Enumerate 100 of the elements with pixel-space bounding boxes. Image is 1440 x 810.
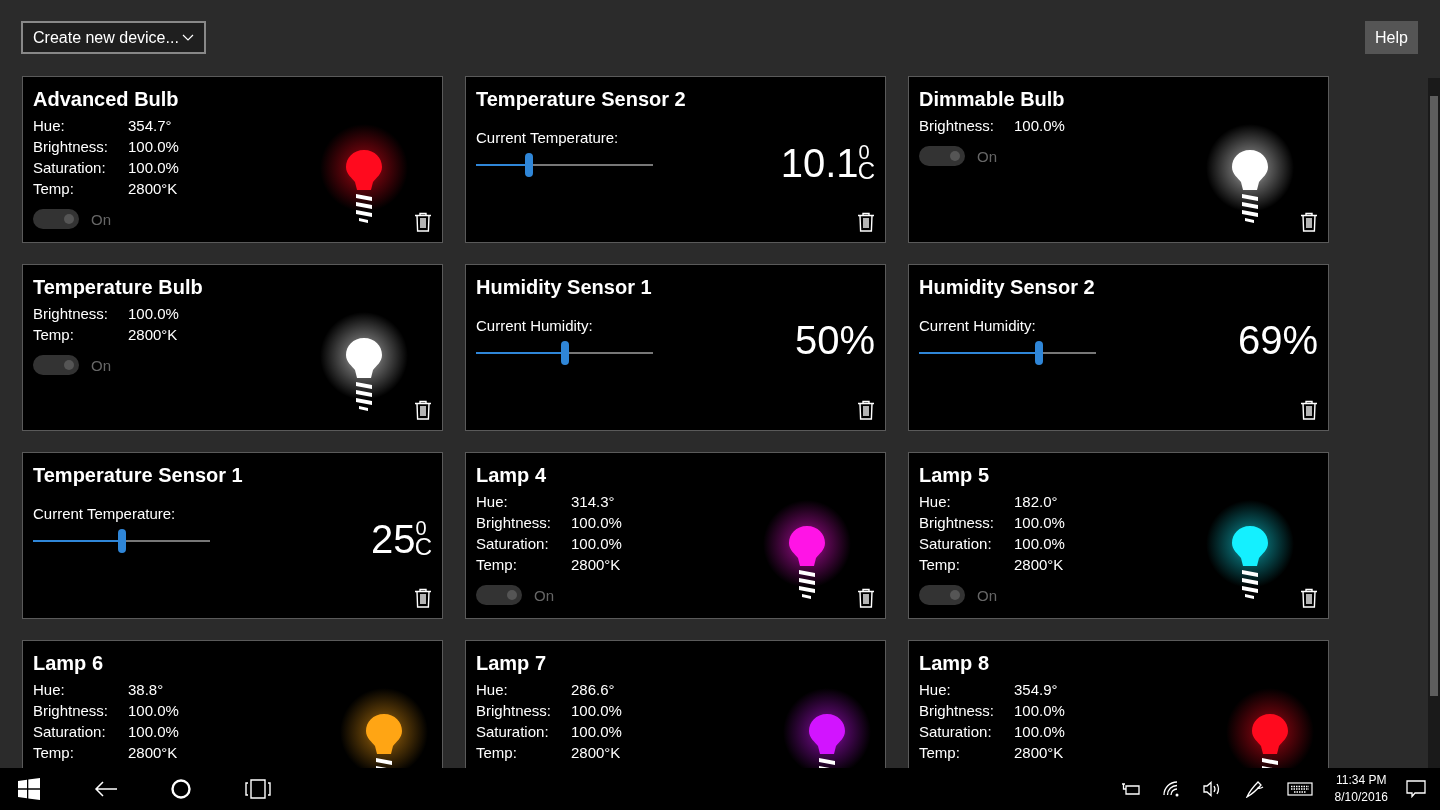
device-title: Advanced Bulb <box>33 88 180 111</box>
create-device-dropdown[interactable]: Create new device... <box>21 21 206 54</box>
property-value: 100.0% <box>1014 701 1065 721</box>
property-label: Hue: <box>919 492 952 512</box>
property-value: 100.0% <box>1014 534 1065 554</box>
toggle-label: On <box>91 356 111 374</box>
task-view-icon[interactable] <box>244 779 272 799</box>
notification-icon[interactable] <box>1406 780 1426 798</box>
pen-icon[interactable] <box>1244 780 1265 798</box>
property-label: Temp: <box>33 743 75 763</box>
property-value: 38.8° <box>128 680 164 700</box>
property-value: 2800°K <box>128 743 178 763</box>
sensor-label: Current Humidity: <box>476 317 594 334</box>
toggle-label: On <box>91 210 111 228</box>
property-label: Brightness: <box>919 701 996 721</box>
property-value: 2800°K <box>128 179 178 199</box>
property-label: Saturation: <box>919 722 993 742</box>
back-arrow-icon[interactable] <box>94 780 118 798</box>
device-title: Temperature Bulb <box>33 276 204 299</box>
property-label: Saturation: <box>476 534 550 554</box>
property-label: Hue: <box>476 680 509 700</box>
property-value: 100.0% <box>571 722 622 742</box>
help-button[interactable]: Help <box>1365 21 1418 54</box>
property-label: Saturation: <box>919 534 993 554</box>
property-value: 2800°K <box>1014 743 1064 763</box>
property-label: Brightness: <box>33 137 110 157</box>
trash-icon[interactable] <box>414 400 432 420</box>
device-title: Dimmable Bulb <box>919 88 1066 111</box>
toggle-label: On <box>534 586 554 604</box>
property-value: 314.3° <box>571 492 615 512</box>
sensor-label: Current Humidity: <box>919 317 1037 334</box>
property-label: Saturation: <box>33 722 107 742</box>
device-title: Temperature Sensor 1 <box>33 464 244 487</box>
clock-date[interactable]: 8/10/2016 <box>1334 789 1388 806</box>
trash-icon[interactable] <box>414 212 432 232</box>
device-title: Temperature Sensor 2 <box>476 88 687 111</box>
device-title: Lamp 6 <box>33 652 105 675</box>
property-value: 100.0% <box>128 158 179 178</box>
property-label: Brightness: <box>476 513 553 533</box>
slider[interactable] <box>476 341 653 365</box>
toggle-label: On <box>977 147 997 165</box>
property-label: Saturation: <box>33 158 107 178</box>
property-label: Brightness: <box>33 304 110 324</box>
property-label: Temp: <box>33 179 75 199</box>
property-label: Brightness: <box>919 513 996 533</box>
scrollbar[interactable] <box>1428 78 1440 768</box>
sensor-reading: 69% <box>1237 318 1318 362</box>
property-value: 100.0% <box>128 722 179 742</box>
device-title: Lamp 4 <box>476 464 548 487</box>
trash-icon[interactable] <box>414 588 432 608</box>
toggle-label: On <box>977 586 997 604</box>
property-value: 100.0% <box>128 304 179 324</box>
property-label: Brightness: <box>33 701 110 721</box>
property-value: 100.0% <box>571 534 622 554</box>
property-value: 2800°K <box>1014 555 1064 575</box>
battery-icon[interactable] <box>1120 782 1141 796</box>
property-label: Temp: <box>476 555 518 575</box>
property-value: 100.0% <box>1014 513 1065 533</box>
property-value: 100.0% <box>1014 116 1065 136</box>
property-label: Hue: <box>33 680 66 700</box>
property-value: 182.0° <box>1014 492 1058 512</box>
property-label: Hue: <box>476 492 509 512</box>
property-label: Brightness: <box>919 116 996 136</box>
property-value: 100.0% <box>571 513 622 533</box>
property-value: 2800°K <box>571 555 621 575</box>
property-label: Temp: <box>33 325 75 345</box>
chevron-down-icon <box>182 33 194 42</box>
trash-icon[interactable] <box>1300 588 1318 608</box>
slider[interactable] <box>33 529 210 553</box>
property-label: Saturation: <box>476 722 550 742</box>
property-value: 100.0% <box>571 701 622 721</box>
property-label: Brightness: <box>476 701 553 721</box>
property-value: 286.6° <box>571 680 615 700</box>
trash-icon[interactable] <box>1300 400 1318 420</box>
windows-start-icon[interactable] <box>18 778 40 800</box>
property-label: Temp: <box>476 743 518 763</box>
slider[interactable] <box>919 341 1096 365</box>
trash-icon[interactable] <box>857 588 875 608</box>
wifi-icon[interactable] <box>1162 781 1181 797</box>
keyboard-icon[interactable] <box>1286 782 1313 796</box>
search-circle-icon[interactable] <box>170 778 192 800</box>
device-title: Lamp 8 <box>919 652 991 675</box>
property-value: 354.7° <box>128 116 172 136</box>
device-title: Lamp 7 <box>476 652 548 675</box>
property-label: Hue: <box>33 116 66 136</box>
device-title: Lamp 5 <box>919 464 991 487</box>
property-value: 2800°K <box>128 325 178 345</box>
device-title: Humidity Sensor 2 <box>919 276 1096 299</box>
slider[interactable] <box>476 153 653 177</box>
property-label: Hue: <box>919 680 952 700</box>
property-value: 354.9° <box>1014 680 1058 700</box>
property-label: Temp: <box>919 555 961 575</box>
trash-icon[interactable] <box>857 212 875 232</box>
clock-time[interactable]: 11:34 PM <box>1336 772 1387 789</box>
property-value: 100.0% <box>128 701 179 721</box>
sensor-label: Current Temperature: <box>476 129 620 146</box>
trash-icon[interactable] <box>857 400 875 420</box>
property-value: 100.0% <box>128 137 179 157</box>
trash-icon[interactable] <box>1300 212 1318 232</box>
property-value: 2800°K <box>571 743 621 763</box>
